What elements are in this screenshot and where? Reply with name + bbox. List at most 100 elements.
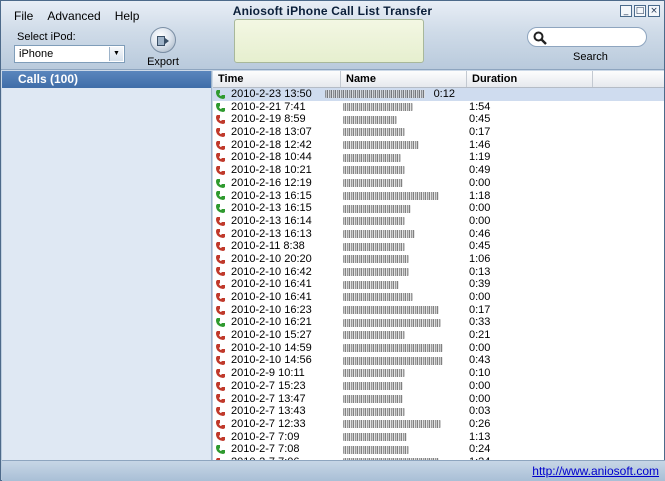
redacted-name [343,293,413,302]
cell-duration: 0:00 [469,202,491,215]
column-header-time[interactable]: Time [213,71,341,87]
table-row[interactable]: 2010-2-13 16:13 0:46 [213,228,664,241]
maximize-button[interactable]: □ [634,5,646,17]
cell-spacer [593,431,664,444]
cell-name [341,291,467,304]
phone-incoming-icon [216,102,225,112]
table-row[interactable]: 2010-2-7 7:08 0:24 [213,443,664,456]
minimize-button[interactable]: _ [620,5,632,17]
call-time: 2010-2-13 16:13 [231,227,312,240]
cell-time: 2010-2-10 16:41 [213,278,341,291]
phone-outgoing-icon [216,432,225,442]
cell-duration: 0:46 [469,227,491,240]
chevron-down-icon[interactable]: ▼ [109,47,123,61]
cell-duration: 1:54 [469,100,491,113]
phone-outgoing-icon [216,356,225,366]
cell-duration: 0:45 [469,113,491,126]
phone-outgoing-icon [216,419,225,429]
sidebar-item-calls[interactable]: Calls (100) [2,71,211,88]
redacted-name [343,179,403,188]
table-row[interactable]: 2010-2-9 10:11 0:10 [213,367,664,380]
redacted-name [343,141,419,150]
table-row[interactable]: 2010-2-18 12:42 1:46 [213,139,664,152]
redacted-name [343,344,443,353]
table-row[interactable]: 2010-2-7 15:23 0:00 [213,380,664,393]
cell-spacer [593,202,664,215]
cell-time: 2010-2-23 13:50 [213,88,324,101]
cell-name [341,253,467,266]
phone-incoming-icon [216,191,225,201]
cell-time: 2010-2-18 12:42 [213,139,341,152]
close-button[interactable]: × [648,5,660,17]
table-row[interactable]: 2010-2-10 16:41 0:39 [213,278,664,291]
table-row[interactable]: 2010-2-21 7:41 1:54 [213,101,664,114]
cell-time: 2010-2-10 14:59 [213,342,341,355]
table-row[interactable]: 2010-2-13 16:15 1:18 [213,190,664,203]
redacted-name [343,217,405,226]
phone-outgoing-icon [216,229,225,239]
table-row[interactable]: 2010-2-18 10:44 1:19 [213,151,664,164]
table-row[interactable]: 2010-2-10 16:21 0:33 [213,316,664,329]
redacted-name [343,407,405,416]
table-row[interactable]: 2010-2-10 16:42 0:13 [213,266,664,279]
cell-duration: 0:17 [469,126,491,139]
cell-time: 2010-2-10 16:21 [213,316,341,329]
phone-outgoing-icon [216,115,225,125]
cell-duration: 0:21 [469,329,491,342]
phone-incoming-icon [216,204,225,214]
website-link[interactable]: http://www.aniosoft.com [532,464,659,478]
table-row[interactable]: 2010-2-10 16:41 0:00 [213,291,664,304]
cell-time: 2010-2-7 7:08 [213,443,341,456]
cell-spacer [593,393,664,406]
cell-time: 2010-2-7 15:23 [213,380,341,393]
table-row[interactable]: 2010-2-7 12:33 0:26 [213,418,664,431]
redacted-name [343,128,405,137]
table-body: 2010-2-23 13:50 0:12 2010-2-21 7:41 1:54 201… [213,88,664,460]
redacted-name [343,191,439,200]
cell-duration: 0:10 [469,367,491,380]
table-row[interactable]: 2010-2-13 16:15 0:00 [213,202,664,215]
table-row[interactable]: 2010-2-10 16:23 0:17 [213,304,664,317]
phone-incoming-icon [216,445,225,455]
ipod-select[interactable]: iPhone ▼ [14,45,125,63]
table-row[interactable]: 2010-2-16 12:19 0:00 [213,177,664,190]
table-row[interactable]: 2010-2-18 13:07 0:17 [213,126,664,139]
call-time: 2010-2-18 10:21 [231,164,312,177]
redacted-name [343,267,409,276]
cell-name [341,380,467,393]
cell-time: 2010-2-18 13:07 [213,126,341,139]
cell-name [341,405,467,418]
redacted-name [343,331,405,340]
call-time: 2010-2-21 7:41 [231,100,306,113]
table-row[interactable]: 2010-2-10 14:59 0:00 [213,342,664,355]
table-row[interactable]: 2010-2-10 14:56 0:43 [213,354,664,367]
call-time: 2010-2-16 12:19 [231,176,312,189]
cell-name [341,202,467,215]
cell-name [341,443,467,456]
redacted-name [343,115,397,124]
cell-time: 2010-2-9 10:11 [213,367,341,380]
select-ipod-label: Select iPod: [17,31,76,43]
table-row[interactable]: 2010-2-7 13:43 0:03 [213,405,664,418]
column-header-duration[interactable]: Duration [467,71,593,87]
cell-duration: 0:00 [469,341,491,354]
table-row[interactable]: 2010-2-10 15:27 0:21 [213,329,664,342]
table-row[interactable]: 2010-2-19 8:59 0:45 [213,113,664,126]
search-input[interactable] [527,27,647,47]
export-button[interactable]: Export [143,27,183,68]
table-row[interactable]: 2010-2-10 20:20 1:06 [213,253,664,266]
table-row[interactable]: 2010-2-7 13:47 0:00 [213,393,664,406]
table-row[interactable]: 2010-2-13 16:14 0:00 [213,215,664,228]
call-time: 2010-2-18 10:44 [231,151,312,164]
table-row[interactable]: 2010-2-18 10:21 0:49 [213,164,664,177]
call-time: 2010-2-13 16:14 [231,214,312,227]
table-row[interactable]: 2010-2-11 8:38 0:45 [213,240,664,253]
sidebar-item-label: Calls (100) [18,72,79,86]
column-header-name[interactable]: Name [341,71,467,87]
table-row[interactable]: 2010-2-23 13:50 0:12 [213,88,664,101]
table-row[interactable]: 2010-2-7 7:09 1:13 [213,431,664,444]
redacted-name [343,445,409,454]
cell-spacer [593,151,664,164]
call-time: 2010-2-7 15:23 [231,379,306,392]
cell-time: 2010-2-11 8:38 [213,240,341,253]
